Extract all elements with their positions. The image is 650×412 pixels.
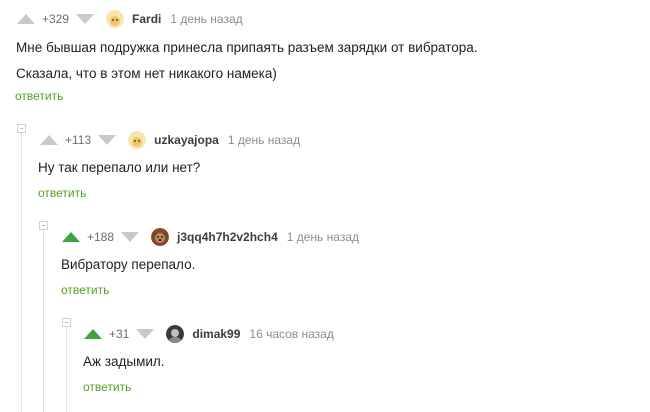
default-avatar-icon[interactable] <box>128 131 147 149</box>
thread-line <box>21 133 22 412</box>
upvote-icon[interactable] <box>40 135 58 145</box>
comment-rating: +113 <box>65 133 92 147</box>
comment-rating: +31 <box>109 327 130 341</box>
default-avatar-icon[interactable] <box>106 10 125 28</box>
comment-line: Мне бывшая подружка принесла припаять ра… <box>16 40 478 55</box>
comment-text: Вибратору перепало. <box>61 252 195 278</box>
reply-link[interactable]: ответить <box>83 380 131 394</box>
thread-line <box>43 230 44 412</box>
reply-link[interactable]: ответить <box>61 283 109 297</box>
downvote-icon[interactable] <box>98 135 117 145</box>
comment-time[interactable]: 1 день назад <box>170 12 242 26</box>
comment-line: Ну так перепало или нет? <box>38 160 201 175</box>
thread-line <box>66 327 67 412</box>
comment-author[interactable]: Fardi <box>132 12 161 26</box>
comment-time[interactable]: 1 день назад <box>287 230 359 244</box>
upvote-icon[interactable] <box>62 232 80 242</box>
downvote-icon[interactable] <box>136 329 155 339</box>
comment-line: Вибратору перепало. <box>61 257 196 272</box>
comment-text: Мне бывшая подружка принесла припаять ра… <box>16 35 478 87</box>
comment-rating: +188 <box>87 230 115 244</box>
comment-rating: +329 <box>42 12 70 26</box>
comment-author[interactable]: j3qq4h7h2v2hch4 <box>177 230 278 244</box>
reply-link[interactable]: ответить <box>15 89 63 103</box>
comment-header: +188 j3qq4h7h2v2hch4 1 день назад <box>62 228 359 246</box>
collapse-toggle[interactable] <box>17 124 26 133</box>
comment-line: Сказала, что в этом нет никакого намека) <box>16 66 277 81</box>
comment-time[interactable]: 16 часов назад <box>249 327 333 341</box>
downvote-icon[interactable] <box>121 232 140 242</box>
upvote-icon[interactable] <box>17 14 35 24</box>
comment-text: Ну так перепало или нет? <box>38 155 200 181</box>
comment-header: +329 Fardi 1 день назад <box>17 10 243 28</box>
comment-author[interactable]: dimak99 <box>192 327 240 341</box>
comment-text: Аж задымил. <box>83 349 165 375</box>
reply-link[interactable]: ответить <box>38 186 86 200</box>
downvote-icon[interactable] <box>76 14 95 24</box>
comment-time[interactable]: 1 день назад <box>228 133 300 147</box>
upvote-icon[interactable] <box>84 329 102 339</box>
collapse-toggle[interactable] <box>62 318 71 327</box>
collapse-toggle[interactable] <box>39 221 48 230</box>
dog-avatar-icon[interactable] <box>151 228 170 246</box>
comment-header: +113 uzkayajopa 1 день назад <box>40 131 300 149</box>
comment-header: +31 dimak99 16 часов назад <box>84 325 334 343</box>
comment-author[interactable]: uzkayajopa <box>154 133 219 147</box>
photo-avatar-icon[interactable] <box>166 325 185 343</box>
comment-line: Аж задымил. <box>83 354 165 369</box>
